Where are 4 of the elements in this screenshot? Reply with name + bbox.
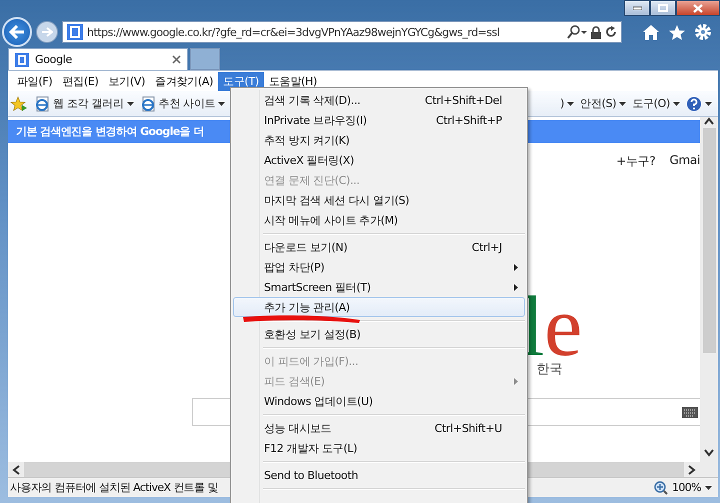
tab-title: Google bbox=[35, 53, 73, 66]
status-text: 사용자의 컴퓨터에 설치된 ActiveX 컨트롤 및 bbox=[10, 480, 218, 495]
url-text: https://www.google.co.kr/?gfe_rd=cr&ei=3dvgVPnYAaz98wejnYGYCg&gws_rd=ssl bbox=[87, 26, 500, 38]
region-label: 한국 bbox=[536, 361, 562, 378]
